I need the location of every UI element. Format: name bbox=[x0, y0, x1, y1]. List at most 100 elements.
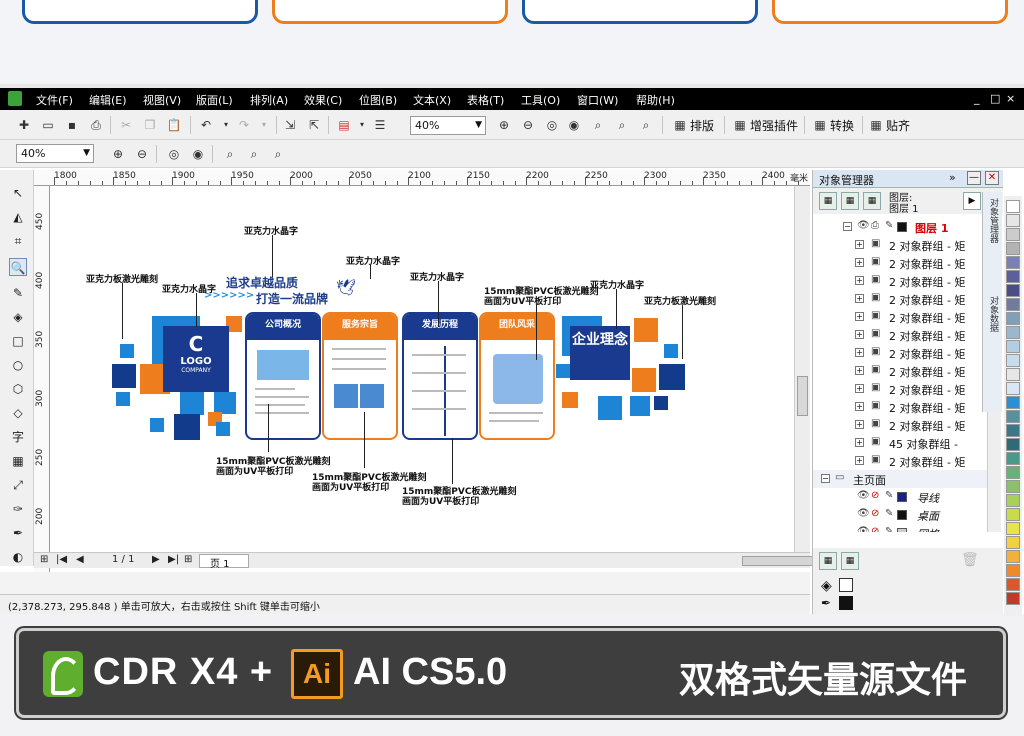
layer-name[interactable]: 图层 1 bbox=[915, 220, 948, 236]
master-page-row[interactable]: − ▭ 主页面 bbox=[813, 470, 987, 488]
connector-tool-icon[interactable]: ⤢ bbox=[9, 476, 27, 494]
palette-swatch[interactable] bbox=[1006, 508, 1020, 521]
palette-swatch[interactable] bbox=[1006, 354, 1020, 367]
text-tool-icon[interactable]: 字 bbox=[9, 428, 27, 446]
zoom-all-icon[interactable]: ◉ bbox=[566, 117, 582, 133]
add-page-end-icon[interactable]: ⊞ bbox=[184, 554, 192, 565]
open-folder-icon[interactable]: ▭ bbox=[40, 117, 56, 133]
freehand-tool-icon[interactable]: ✎ bbox=[9, 284, 27, 302]
zoom-in-icon[interactable]: ⊕ bbox=[110, 146, 126, 162]
menu-arrange[interactable]: 排列(A) bbox=[250, 92, 288, 108]
eye-icon[interactable]: 👁 bbox=[857, 526, 870, 532]
object-group-row[interactable]: + ▣ 2 对象群组 - 矩 bbox=[813, 272, 987, 290]
zoom-width-icon[interactable]: ⌕ bbox=[614, 117, 630, 133]
palette-swatch[interactable] bbox=[1006, 214, 1020, 227]
layer-row[interactable]: − 👁 ⎙ ✎ 图层 1 bbox=[813, 218, 987, 236]
new-layer-icon[interactable]: ▦ bbox=[819, 552, 837, 570]
master-layer-row[interactable]: 👁 ⊘ ✎ 桌面 bbox=[813, 506, 987, 524]
docker-menu-arrow-icon[interactable]: ▶ bbox=[963, 192, 981, 210]
delete-icon[interactable]: 🗑 bbox=[961, 552, 979, 568]
menu-table[interactable]: 表格(T) bbox=[467, 92, 504, 108]
palette-swatch[interactable] bbox=[1006, 368, 1020, 381]
eye-icon[interactable]: 👁 bbox=[857, 220, 870, 231]
pencil-icon[interactable]: ✎ bbox=[885, 508, 893, 519]
master-layer-row[interactable]: 👁⊘ ✎ 网格 bbox=[813, 524, 987, 532]
snap-button[interactable]: 贴齐 bbox=[886, 117, 910, 134]
palette-swatch[interactable] bbox=[1006, 550, 1020, 563]
menu-file[interactable]: 文件(F) bbox=[36, 92, 73, 108]
page-tab-1[interactable]: 页 1 bbox=[199, 554, 249, 570]
menu-help[interactable]: 帮助(H) bbox=[636, 92, 675, 108]
tab-object-data[interactable]: 对象数据 bbox=[986, 296, 1000, 332]
cut-icon[interactable]: ✂ bbox=[118, 117, 134, 133]
undo-dropdown-icon[interactable]: ▾ bbox=[218, 117, 234, 133]
pick-tool-icon[interactable]: ↖ bbox=[9, 184, 27, 202]
palette-swatch[interactable] bbox=[1006, 438, 1020, 451]
object-group-row[interactable]: + ▣ 2 对象群组 - 矩 bbox=[813, 344, 987, 362]
palette-swatch[interactable] bbox=[1006, 298, 1020, 311]
zoom-selected-icon[interactable]: ◎ bbox=[166, 146, 182, 162]
menu-view[interactable]: 视图(V) bbox=[143, 92, 181, 108]
new-master-layer-icon[interactable]: ▦ bbox=[841, 552, 859, 570]
menu-edit[interactable]: 编辑(E) bbox=[89, 92, 127, 108]
close-button[interactable]: × bbox=[1006, 92, 1015, 105]
menu-window[interactable]: 窗口(W) bbox=[577, 92, 618, 108]
expand-icon[interactable]: + bbox=[855, 438, 864, 447]
expand-icon[interactable]: + bbox=[855, 366, 864, 375]
rectangle-tool-icon[interactable]: □ bbox=[9, 332, 27, 350]
palette-swatch[interactable] bbox=[1006, 592, 1020, 605]
copy-icon[interactable]: ❐ bbox=[142, 117, 158, 133]
application-launcher-icon[interactable]: ▤ bbox=[336, 117, 352, 133]
first-page-icon[interactable]: |◀ bbox=[56, 554, 67, 565]
expand-icon[interactable]: + bbox=[855, 348, 864, 357]
palette-swatch[interactable] bbox=[1006, 270, 1020, 283]
palette-swatch[interactable] bbox=[1006, 564, 1020, 577]
show-properties-icon[interactable]: ▦ bbox=[819, 192, 837, 210]
palette-swatch[interactable] bbox=[1006, 228, 1020, 241]
eye-icon[interactable]: 👁 bbox=[857, 490, 870, 501]
vertical-scrollbar[interactable] bbox=[794, 186, 810, 552]
palette-swatch[interactable] bbox=[1006, 494, 1020, 507]
tab-object-manager[interactable]: 对象管理器 bbox=[986, 198, 1000, 243]
restore-button[interactable]: □ bbox=[990, 92, 1000, 105]
zoom-in-icon[interactable]: ⊕ bbox=[496, 117, 512, 133]
palette-swatch[interactable] bbox=[1006, 326, 1020, 339]
palette-swatch[interactable] bbox=[1006, 424, 1020, 437]
collapse-icon[interactable]: − bbox=[843, 222, 852, 231]
redo-dropdown-icon[interactable]: ▾ bbox=[256, 117, 272, 133]
palette-swatch[interactable] bbox=[1006, 396, 1020, 409]
object-group-row[interactable]: + ▣ 2 对象群组 - 矩 bbox=[813, 398, 987, 416]
object-group-row[interactable]: + ▣ 2 对象群组 - 矩 bbox=[813, 290, 987, 308]
eye-icon[interactable]: 👁 bbox=[857, 508, 870, 519]
new-document-icon[interactable]: ✚ bbox=[16, 117, 32, 133]
save-icon[interactable]: ▪ bbox=[64, 117, 80, 133]
paste-icon[interactable]: 📋 bbox=[166, 117, 182, 133]
expand-icon[interactable]: + bbox=[855, 240, 864, 249]
export-icon[interactable]: ⇱ bbox=[306, 117, 322, 133]
convert-button[interactable]: 转换 bbox=[830, 117, 854, 134]
next-page-icon[interactable]: ▶ bbox=[152, 554, 160, 565]
zoom-height-icon[interactable]: ⌕ bbox=[270, 146, 286, 162]
zoom-levels-combo-2[interactable]: 40% ▼ bbox=[16, 144, 94, 163]
collapse-icon[interactable]: − bbox=[821, 474, 830, 483]
zoom-page-icon[interactable]: ⌕ bbox=[222, 146, 238, 162]
expand-icon[interactable]: + bbox=[855, 402, 864, 411]
palette-swatch[interactable] bbox=[1006, 382, 1020, 395]
expand-icon[interactable]: + bbox=[855, 258, 864, 267]
menu-bitmaps[interactable]: 位图(B) bbox=[359, 92, 397, 108]
docker-expand-icon[interactable]: » bbox=[949, 171, 956, 184]
palette-swatch[interactable] bbox=[1006, 200, 1020, 213]
zoom-tool-icon[interactable]: 🔍 bbox=[9, 258, 27, 276]
object-group-row[interactable]: + ▣ 2 对象群组 - 矩 bbox=[813, 308, 987, 326]
object-group-row[interactable]: + ▣ 45 对象群组 - bbox=[813, 434, 987, 452]
fill-tool-icon[interactable]: ◐ bbox=[9, 548, 27, 566]
palette-swatch[interactable] bbox=[1006, 452, 1020, 465]
enhance-plugin-button[interactable]: 增强插件 bbox=[750, 117, 798, 134]
expand-icon[interactable]: + bbox=[855, 420, 864, 429]
pencil-icon[interactable]: ✎ bbox=[885, 526, 893, 532]
menu-tools[interactable]: 工具(O) bbox=[521, 92, 560, 108]
no-print-icon[interactable]: ⊘ bbox=[871, 526, 879, 532]
zoom-height-icon[interactable]: ⌕ bbox=[638, 117, 654, 133]
menu-layout[interactable]: 版面(L) bbox=[196, 92, 233, 108]
add-page-icon[interactable]: ⊞ bbox=[40, 554, 48, 565]
